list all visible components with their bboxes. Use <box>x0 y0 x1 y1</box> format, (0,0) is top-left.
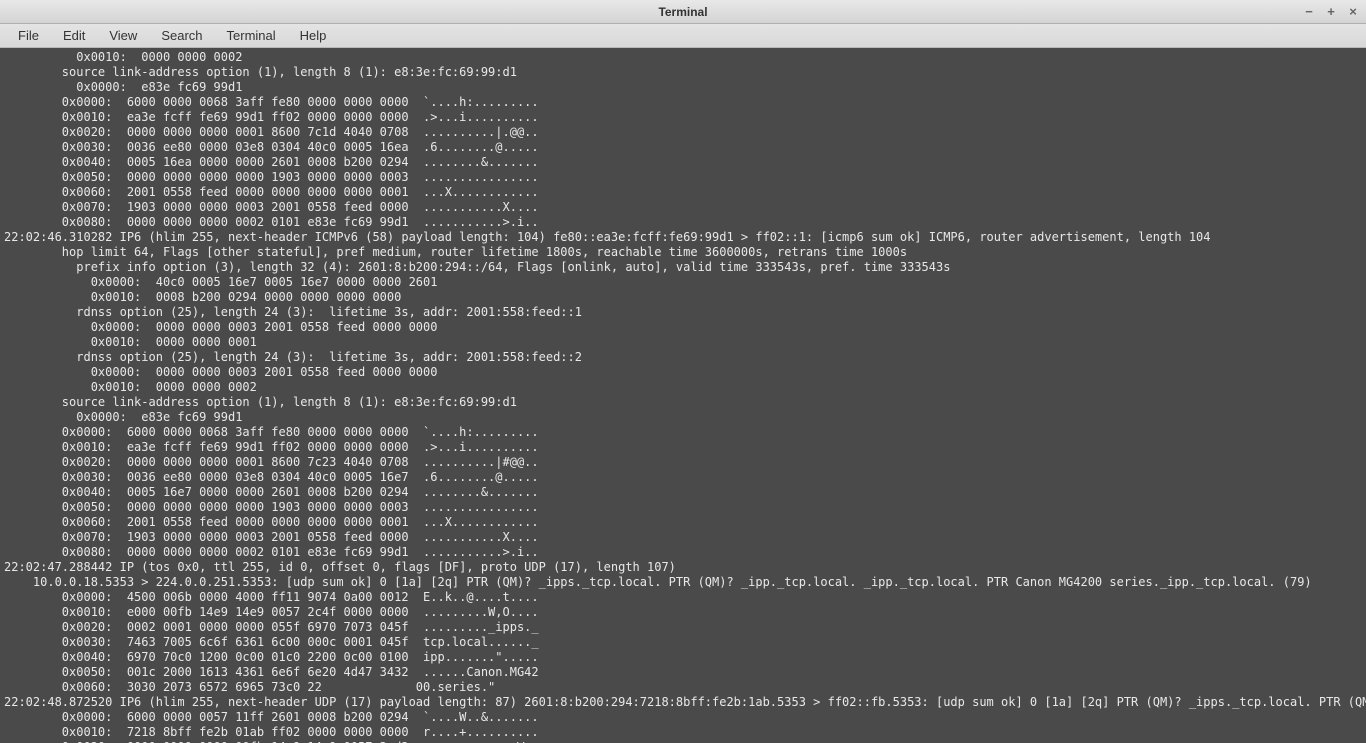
menu-view[interactable]: View <box>99 26 147 45</box>
close-icon[interactable]: × <box>1346 4 1360 19</box>
maximize-icon[interactable]: + <box>1324 4 1338 19</box>
window-title: Terminal <box>658 5 707 19</box>
window-controls: − + × <box>1302 0 1360 23</box>
minimize-icon[interactable]: − <box>1302 4 1316 19</box>
menu-file[interactable]: File <box>8 26 49 45</box>
menu-terminal[interactable]: Terminal <box>217 26 286 45</box>
titlebar: Terminal − + × <box>0 0 1366 24</box>
menu-edit[interactable]: Edit <box>53 26 95 45</box>
menubar: File Edit View Search Terminal Help <box>0 24 1366 48</box>
menu-search[interactable]: Search <box>151 26 212 45</box>
menu-help[interactable]: Help <box>290 26 337 45</box>
terminal-output[interactable]: 0x0010: 0000 0000 0002 source link-addre… <box>0 48 1366 743</box>
